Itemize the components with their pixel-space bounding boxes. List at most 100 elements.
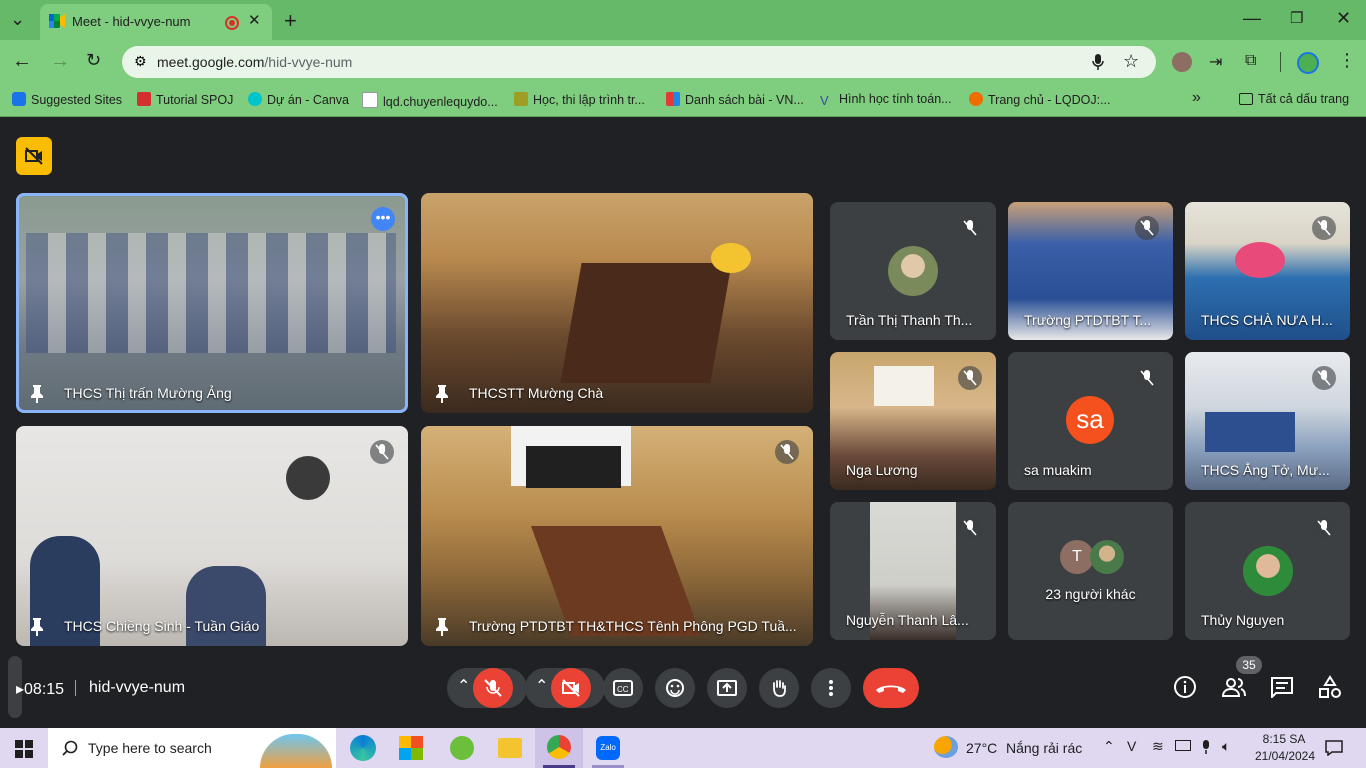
video-tile-thcs-cha-nua[interactable]: THCS CHÀ NƯA H... xyxy=(1185,202,1350,340)
bookmark-danh-sach[interactable]: Danh sách bài - VN... xyxy=(666,92,804,107)
bookmark-star-icon[interactable]: ☆ xyxy=(1123,51,1139,72)
video-tile-others[interactable]: T 23 người khác xyxy=(1008,502,1173,640)
people-button[interactable] xyxy=(1221,675,1247,704)
restore-icon[interactable]: ❐ xyxy=(1290,9,1303,27)
weather-icon[interactable] xyxy=(934,736,958,758)
video-tile-nga-luong[interactable]: Nga Lương xyxy=(830,352,996,490)
info-icon xyxy=(1174,676,1196,698)
volume-icon[interactable]: 🔈︎ xyxy=(1222,738,1230,755)
bookmark-icon xyxy=(514,92,528,106)
bookmark-hinh-hoc[interactable]: V Hình học tính toán... xyxy=(820,92,952,108)
microphone-toggle-button[interactable] xyxy=(473,668,513,708)
more-bookmarks-icon[interactable]: » xyxy=(1192,89,1201,107)
recording-icon xyxy=(225,16,239,30)
all-bookmarks-folder[interactable]: Tất cả dấu trang xyxy=(1239,92,1349,106)
video-tile-truong-tenh-phong[interactable]: Trường PTDTBT TH&THCS Tênh Phông PGD Tuầ… xyxy=(421,426,813,646)
mic-off-icon xyxy=(370,440,394,464)
forward-icon[interactable]: → xyxy=(50,50,70,73)
window-close-icon[interactable]: ✕ xyxy=(1336,8,1351,29)
site-info-icon[interactable]: ⚙ xyxy=(134,53,147,70)
present-screen-button[interactable] xyxy=(707,668,747,708)
bookmark-icon xyxy=(137,92,151,106)
zalo-icon[interactable]: Zalo xyxy=(596,736,620,760)
extension-owl-icon[interactable] xyxy=(1172,52,1192,72)
video-tile-nguyen-thanh[interactable]: Nguyễn Thanh Lâ... xyxy=(830,502,996,640)
minimize-icon[interactable]: — xyxy=(1243,8,1261,29)
video-tile-thcstt-muong-cha[interactable]: THCSTT Mường Chà xyxy=(421,193,813,413)
captions-off-badge[interactable] xyxy=(16,137,52,175)
taskbar-search-box[interactable]: Type here to search xyxy=(48,728,336,768)
bookmark-label: Hình học tính toán... xyxy=(839,92,952,106)
tray-expand-icon[interactable]: ⌃ xyxy=(1103,738,1115,755)
windows-start-icon[interactable] xyxy=(15,740,33,758)
mic-off-icon xyxy=(958,516,982,540)
video-tile-thuy-nguyen[interactable]: Thủy Nguyen xyxy=(1185,502,1350,640)
extensions-puzzle-icon[interactable]: ⧉ xyxy=(1245,52,1256,70)
bookmark-lqdoj[interactable]: Trang chủ - LQDOJ:... xyxy=(969,92,1111,107)
leave-call-button[interactable] xyxy=(863,668,919,708)
clock-date[interactable]: 21/04/2024 xyxy=(1252,749,1318,763)
video-tile-truong-ptdtbt[interactable]: Trường PTDTBT T... xyxy=(1008,202,1173,340)
avatar xyxy=(1243,546,1293,596)
wall-fan xyxy=(286,456,330,500)
video-tile-sa-muakim[interactable]: sa sa muakim xyxy=(1008,352,1173,490)
new-tab-icon[interactable]: + xyxy=(284,8,297,34)
activities-button[interactable] xyxy=(1318,675,1342,704)
browser-tab[interactable]: Meet - hid-vvye-num ✕ xyxy=(40,4,272,40)
microphone-icon[interactable] xyxy=(1092,54,1104,70)
battery-icon[interactable] xyxy=(1175,740,1191,751)
browser-menu-icon[interactable]: ⋮ xyxy=(1338,50,1356,71)
video-tile-tran-thi-thanh[interactable]: Trần Thị Thanh Th... xyxy=(830,202,996,340)
tray-mic-icon[interactable] xyxy=(1201,740,1211,754)
camera-toggle-button[interactable] xyxy=(551,668,591,708)
url-text: meet.google.com/hid-vvye-num xyxy=(157,54,353,70)
bookmark-hoc-thi[interactable]: Học, thi lập trình tr... xyxy=(514,92,645,107)
video-tile-thcs-chieng-sinh[interactable]: THCS Chiềng Sinh - Tuần Giáo xyxy=(16,426,408,646)
divider xyxy=(75,680,76,696)
app-green-icon[interactable] xyxy=(450,736,474,760)
tab-search-icon[interactable]: ⌄ xyxy=(10,9,25,30)
bookmark-suggested-sites[interactable]: Suggested Sites xyxy=(12,92,122,107)
more-options-icon[interactable]: ••• xyxy=(371,207,395,231)
taskbar-chrome-active[interactable] xyxy=(535,728,583,768)
meeting-info-button[interactable] xyxy=(1173,675,1197,704)
raise-hand-button[interactable] xyxy=(759,668,799,708)
chevron-up-icon[interactable]: ⌃ xyxy=(535,676,548,696)
mic-off-icon xyxy=(1135,216,1159,240)
edge-icon[interactable] xyxy=(350,735,376,761)
participant-name: sa muakim xyxy=(1024,462,1092,478)
back-icon[interactable]: ← xyxy=(12,50,32,73)
profile-avatar[interactable] xyxy=(1297,52,1319,74)
chevron-up-icon[interactable]: ⌃ xyxy=(457,676,470,696)
bookmark-lqd[interactable]: lqd.chuyenlequydo... xyxy=(362,92,498,109)
folder-icon xyxy=(1239,93,1253,105)
video-tile-thcs-ang-to[interactable]: THCS Ẳng Tở, Mư... xyxy=(1185,352,1350,490)
notifications-icon[interactable] xyxy=(1325,740,1343,756)
pin-icon xyxy=(31,385,43,403)
reload-icon[interactable]: ↻ xyxy=(86,50,101,71)
bookmark-label: Suggested Sites xyxy=(31,93,123,107)
participant-name: THCSTT Mường Chà xyxy=(469,385,604,401)
clock-time[interactable]: 8:15 SA xyxy=(1258,732,1310,746)
meeting-time: ▸08:15 xyxy=(16,681,65,698)
bookmark-tutorial-spoj[interactable]: Tutorial SPOJ xyxy=(137,92,233,107)
wifi-icon[interactable]: ≋ xyxy=(1152,738,1164,755)
tray-app-icon[interactable]: V xyxy=(1127,738,1136,754)
bookmark-icon xyxy=(362,92,378,108)
tab-close-icon[interactable]: ✕ xyxy=(248,11,261,29)
captions-button[interactable]: CC xyxy=(603,668,643,708)
avatar xyxy=(888,246,938,296)
reactions-button[interactable] xyxy=(655,668,695,708)
more-options-button[interactable] xyxy=(811,668,851,708)
store-icon[interactable] xyxy=(399,736,423,760)
address-bar[interactable]: ⚙ meet.google.com/hid-vvye-num ☆ xyxy=(122,46,1156,78)
chat-button[interactable] xyxy=(1270,676,1294,703)
extension-login-icon[interactable]: ⇥ xyxy=(1209,52,1222,72)
search-placeholder: Type here to search xyxy=(88,740,212,756)
weather-desc[interactable]: Nắng rải rác xyxy=(1006,740,1082,756)
more-vert-icon xyxy=(829,680,833,696)
weather-temp[interactable]: 27°C xyxy=(966,740,997,756)
video-tile-thcs-muong-ang[interactable]: ••• THCS Thị trấn Mường Ảng xyxy=(16,193,408,413)
bookmark-canva[interactable]: Dự án - Canva xyxy=(248,92,349,107)
file-explorer-icon[interactable] xyxy=(498,738,522,758)
